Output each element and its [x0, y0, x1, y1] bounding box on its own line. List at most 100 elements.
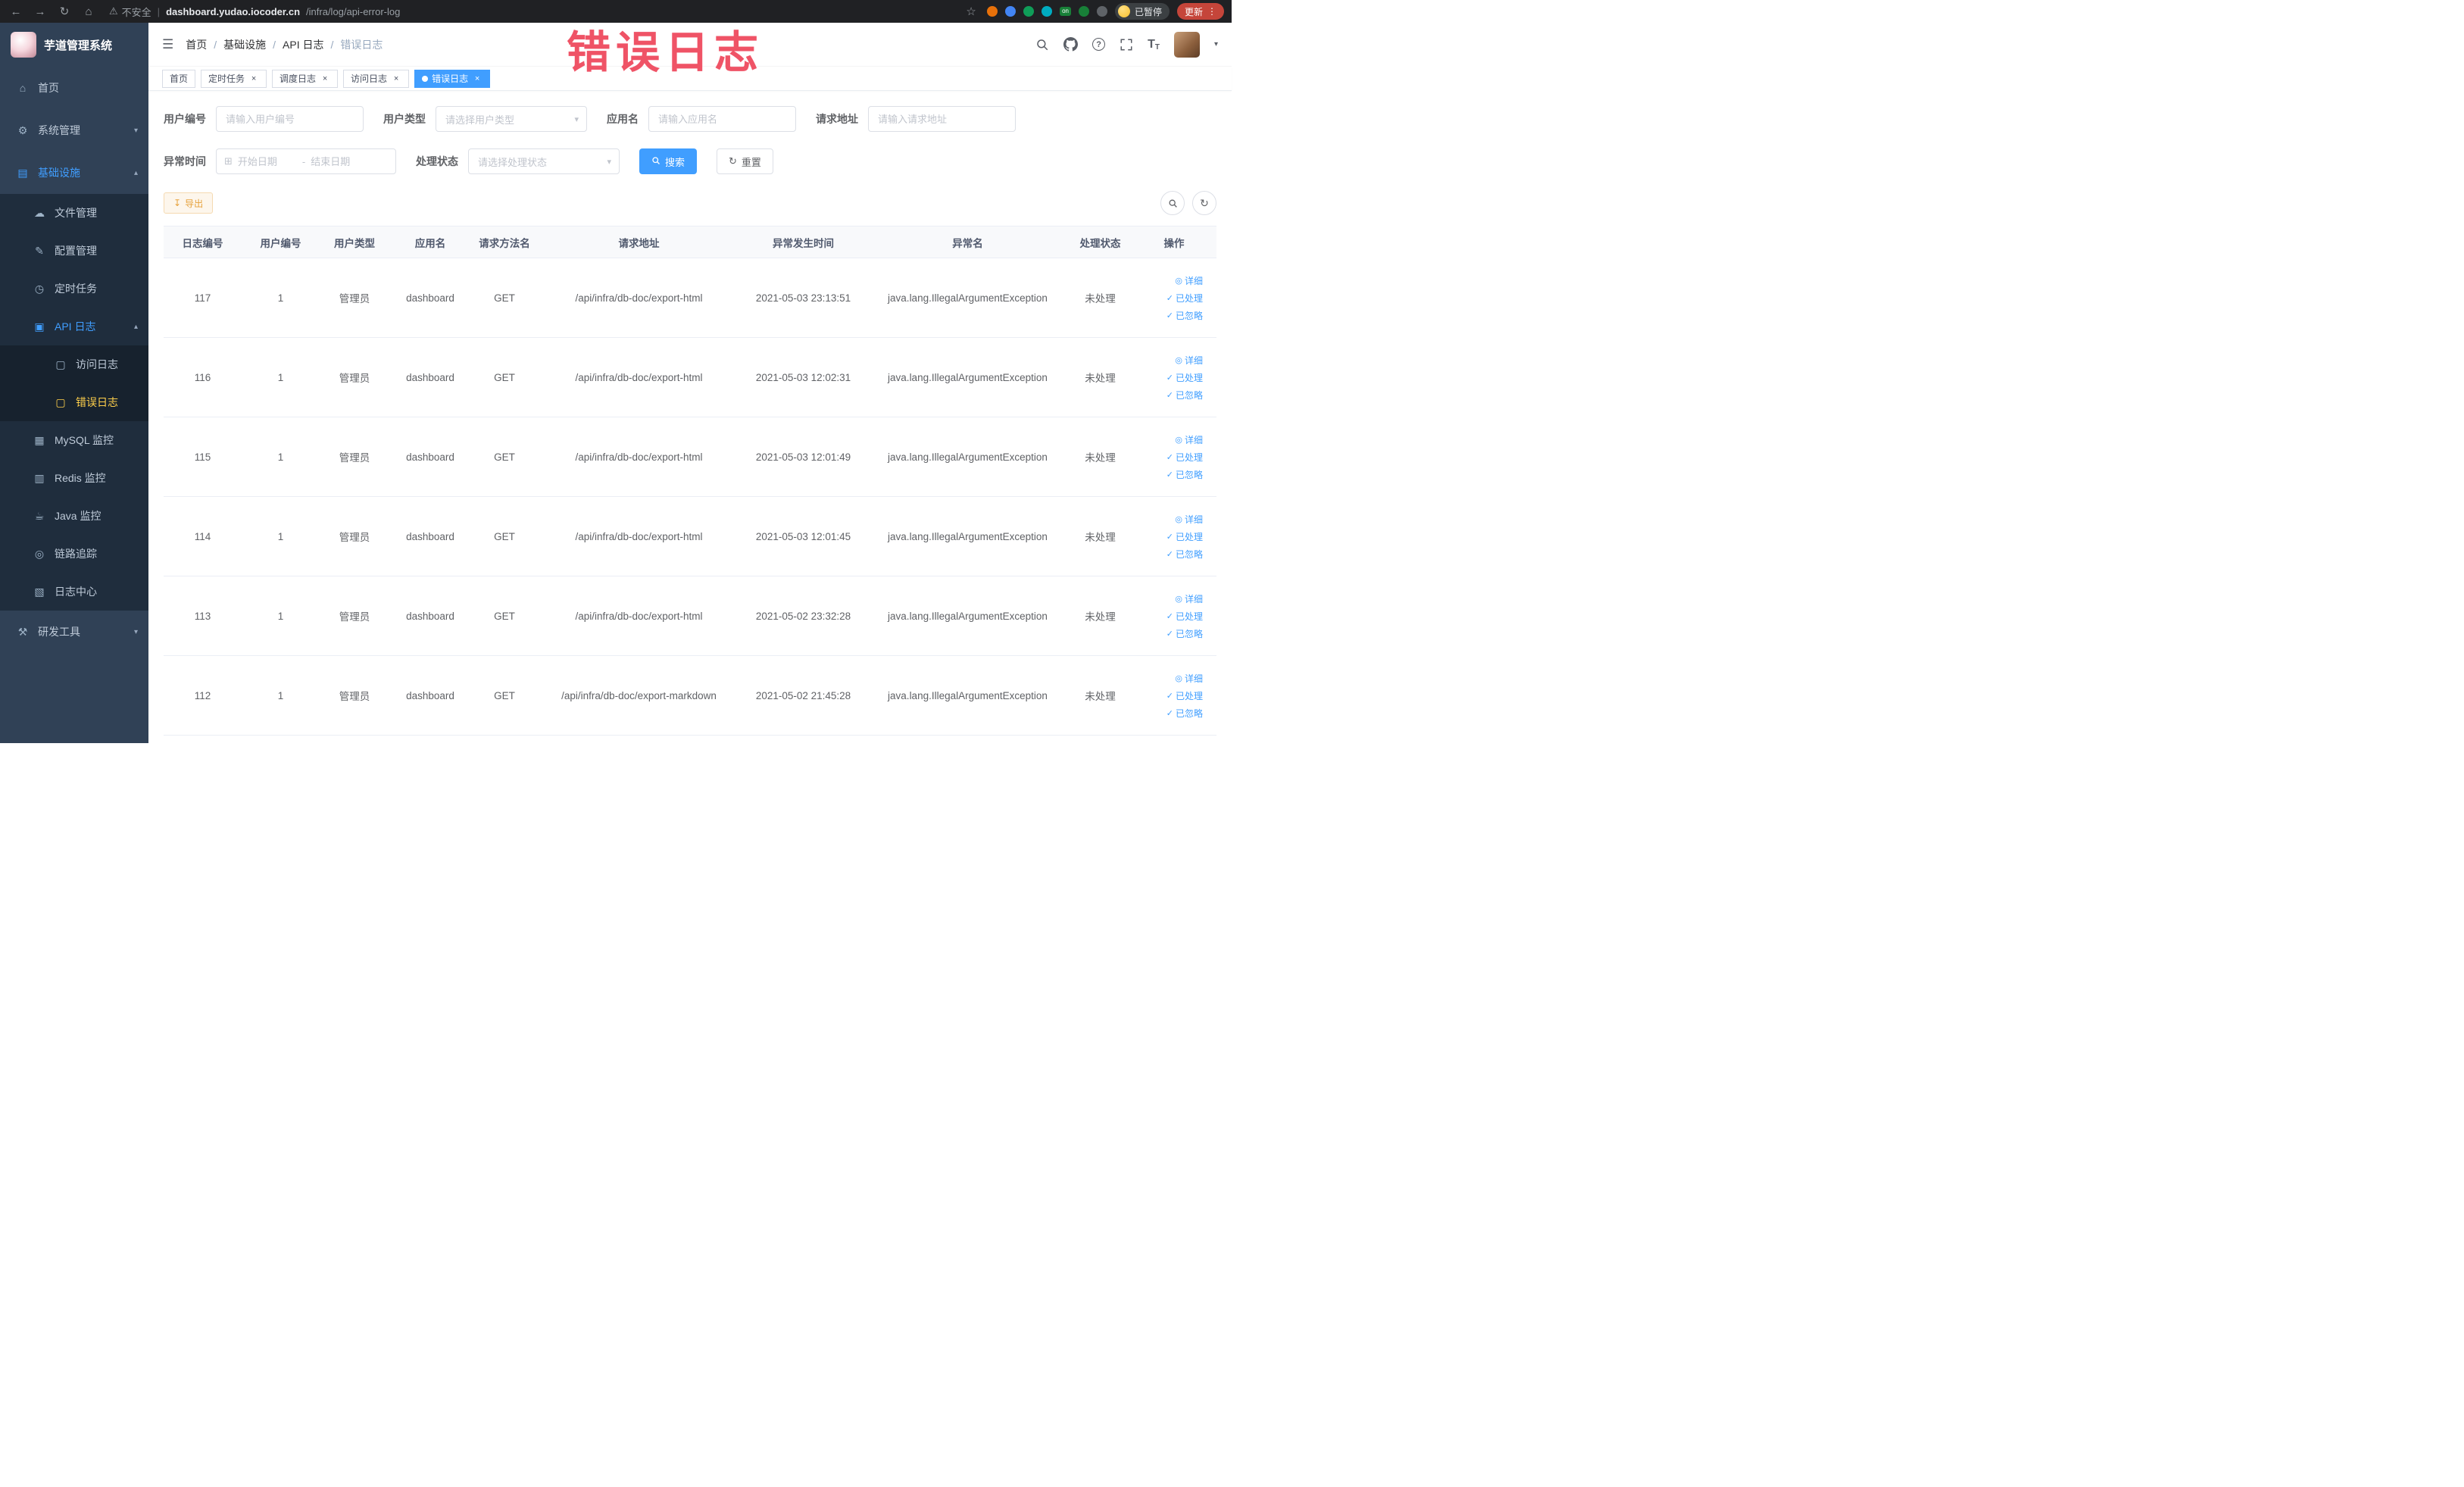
tag-access-log[interactable]: 访问日志 × [343, 69, 410, 88]
processed-link[interactable]: ✓ 已处理 [1166, 530, 1203, 543]
extension-icon-1[interactable] [987, 6, 998, 17]
browser-reload-icon[interactable]: ↻ [56, 5, 73, 18]
breadcrumb-separator: / [214, 38, 217, 51]
start-date-input[interactable] [237, 155, 297, 167]
ignored-link[interactable]: ✓ 已忽略 [1166, 548, 1203, 561]
processed-link[interactable]: ✓ 已处理 [1166, 292, 1203, 305]
cell-app: dashboard [389, 417, 471, 497]
sidebar-item-file-mgmt[interactable]: ☁ 文件管理 [0, 194, 148, 232]
sidebar-item-config-mgmt[interactable]: ✎ 配置管理 [0, 232, 148, 270]
fullscreen-icon[interactable] [1120, 38, 1133, 52]
eye-icon: ◎ [1175, 276, 1182, 286]
extension-icon-5[interactable] [1078, 6, 1089, 17]
refresh-button[interactable]: ↻ [1192, 191, 1216, 215]
github-icon[interactable] [1063, 37, 1079, 52]
reset-button[interactable]: ↻ 重置 [717, 148, 773, 174]
profile-avatar [1117, 5, 1130, 17]
search-icon[interactable] [1035, 38, 1049, 52]
hamburger-icon[interactable]: ☰ [162, 37, 173, 52]
extension-on-badge[interactable]: on [1060, 7, 1071, 16]
tag-close-icon[interactable]: × [391, 74, 401, 83]
ignored-link[interactable]: ✓ 已忽略 [1166, 707, 1203, 720]
tag-error-log[interactable]: 错误日志 × [414, 69, 491, 88]
sidebar-item-trace[interactable]: ◎ 链路追踪 [0, 535, 148, 573]
date-range-picker[interactable]: ⊞ - [216, 148, 396, 174]
browser-update-button[interactable]: 更新 ⋮ [1176, 3, 1224, 20]
processed-link[interactable]: ✓ 已处理 [1166, 451, 1203, 464]
address-bar[interactable]: ⚠ 不安全 | dashboard.yudao.iocoder.cn /infr… [105, 5, 955, 19]
profile-chip[interactable]: 已暂停 [1114, 3, 1170, 20]
sidebar-item-dev-tools[interactable]: ⚒ 研发工具 ▾ [0, 611, 148, 653]
browser-back-icon[interactable]: ← [8, 5, 24, 18]
processed-link[interactable]: ✓ 已处理 [1166, 689, 1203, 702]
ignored-link[interactable]: ✓ 已忽略 [1166, 309, 1203, 322]
export-button[interactable]: ↧ 导出 [164, 192, 214, 214]
error-log-table: 日志编号 用户编号 用户类型 应用名 请求方法名 请求地址 异常发生时间 异常名… [164, 226, 1216, 736]
detail-link[interactable]: ◎ 详细 [1175, 274, 1203, 287]
end-date-input[interactable] [311, 155, 370, 167]
breadcrumb-infrastructure[interactable]: 基础设施 [223, 37, 266, 52]
user-type-select[interactable]: 请选择用户类型 ▾ [436, 106, 587, 132]
tag-close-icon[interactable]: × [248, 74, 259, 83]
sidebar-item-scheduled-tasks[interactable]: ◷ 定时任务 [0, 270, 148, 308]
sidebar-item-mysql-monitor[interactable]: ▦ MySQL 监控 [0, 421, 148, 459]
tag-home[interactable]: 首页 [162, 69, 196, 88]
help-icon[interactable]: ? [1092, 38, 1106, 51]
app-name-input[interactable] [648, 106, 796, 132]
processed-link[interactable]: ✓ 已处理 [1166, 610, 1203, 623]
extensions-puzzle-icon[interactable] [1096, 6, 1107, 17]
detail-link[interactable]: ◎ 详细 [1175, 592, 1203, 605]
user-id-input[interactable] [216, 106, 364, 132]
security-chip[interactable]: ⚠ 不安全 [109, 5, 151, 19]
ignored-link[interactable]: ✓ 已忽略 [1166, 627, 1203, 640]
edit-icon: ✎ [35, 244, 44, 257]
breadcrumb-home[interactable]: 首页 [186, 37, 207, 52]
sidebar: 芋道管理系统 ⌂ 首页 ⚙ 系统管理 ▾ ▤ 基础设施 ▴ ☁ 文件管理 ✎ 配… [0, 23, 148, 743]
detail-link[interactable]: ◎ 详细 [1175, 513, 1203, 526]
tag-close-icon[interactable]: × [472, 74, 482, 83]
search-toggle-button[interactable] [1160, 191, 1185, 215]
tag-scheduled-tasks[interactable]: 定时任务 × [201, 69, 267, 88]
sidebar-item-api-logs[interactable]: ▣ API 日志 ▴ [0, 308, 148, 345]
extension-icon-2[interactable] [1005, 6, 1017, 17]
request-url-input[interactable] [868, 106, 1016, 132]
font-size-icon[interactable]: TT [1148, 38, 1160, 52]
tag-close-icon[interactable]: × [320, 74, 330, 83]
breadcrumb-api-logs[interactable]: API 日志 [283, 37, 323, 52]
browser-home-icon[interactable]: ⌂ [80, 5, 97, 18]
user-avatar[interactable] [1173, 31, 1200, 58]
detail-link[interactable]: ◎ 详细 [1175, 354, 1203, 367]
detail-link-label: 详细 [1184, 514, 1203, 525]
ignored-link[interactable]: ✓ 已忽略 [1166, 468, 1203, 481]
sidebar-item-java-monitor[interactable]: ☕ Java 监控 [0, 497, 148, 535]
sidebar-item-access-log[interactable]: ▢ 访问日志 [0, 345, 148, 383]
bookmark-star-icon[interactable]: ☆ [963, 5, 979, 18]
cell-user-type: 管理员 [320, 496, 389, 576]
processed-link-label: 已处理 [1175, 292, 1203, 304]
col-log-id: 日志编号 [164, 226, 242, 258]
extension-icon-4[interactable] [1042, 6, 1053, 17]
extension-icon-3[interactable] [1023, 6, 1035, 17]
java-icon: ☕ [34, 509, 45, 522]
sidebar-item-system-mgmt[interactable]: ⚙ 系统管理 ▾ [0, 109, 148, 152]
ignored-link[interactable]: ✓ 已忽略 [1166, 389, 1203, 401]
sidebar-item-log-center[interactable]: ▧ 日志中心 [0, 573, 148, 611]
sidebar-item-home[interactable]: ⌂ 首页 [0, 67, 148, 109]
process-status-select[interactable]: 请选择处理状态 ▾ [468, 148, 620, 174]
tag-label: 访问日志 [351, 73, 388, 84]
processed-link[interactable]: ✓ 已处理 [1166, 371, 1203, 384]
caret-down-icon[interactable]: ▾ [1214, 40, 1218, 48]
col-exception-name: 异常名 [867, 226, 1069, 258]
reset-button-label: 重置 [741, 156, 761, 168]
col-app-name: 应用名 [389, 226, 471, 258]
tag-dispatch-log[interactable]: 调度日志 × [272, 69, 339, 88]
sidebar-item-redis-monitor[interactable]: ▥ Redis 监控 [0, 459, 148, 497]
cell-log-id: 117 [164, 258, 242, 338]
search-button[interactable]: 搜索 [639, 148, 698, 174]
eye-icon: ◎ [1175, 514, 1182, 524]
sidebar-item-error-log[interactable]: ▢ 错误日志 [0, 383, 148, 421]
detail-link[interactable]: ◎ 详细 [1175, 433, 1203, 446]
browser-forward-icon[interactable]: → [32, 5, 48, 18]
detail-link[interactable]: ◎ 详细 [1175, 672, 1203, 685]
sidebar-item-infrastructure[interactable]: ▤ 基础设施 ▴ [0, 152, 148, 194]
